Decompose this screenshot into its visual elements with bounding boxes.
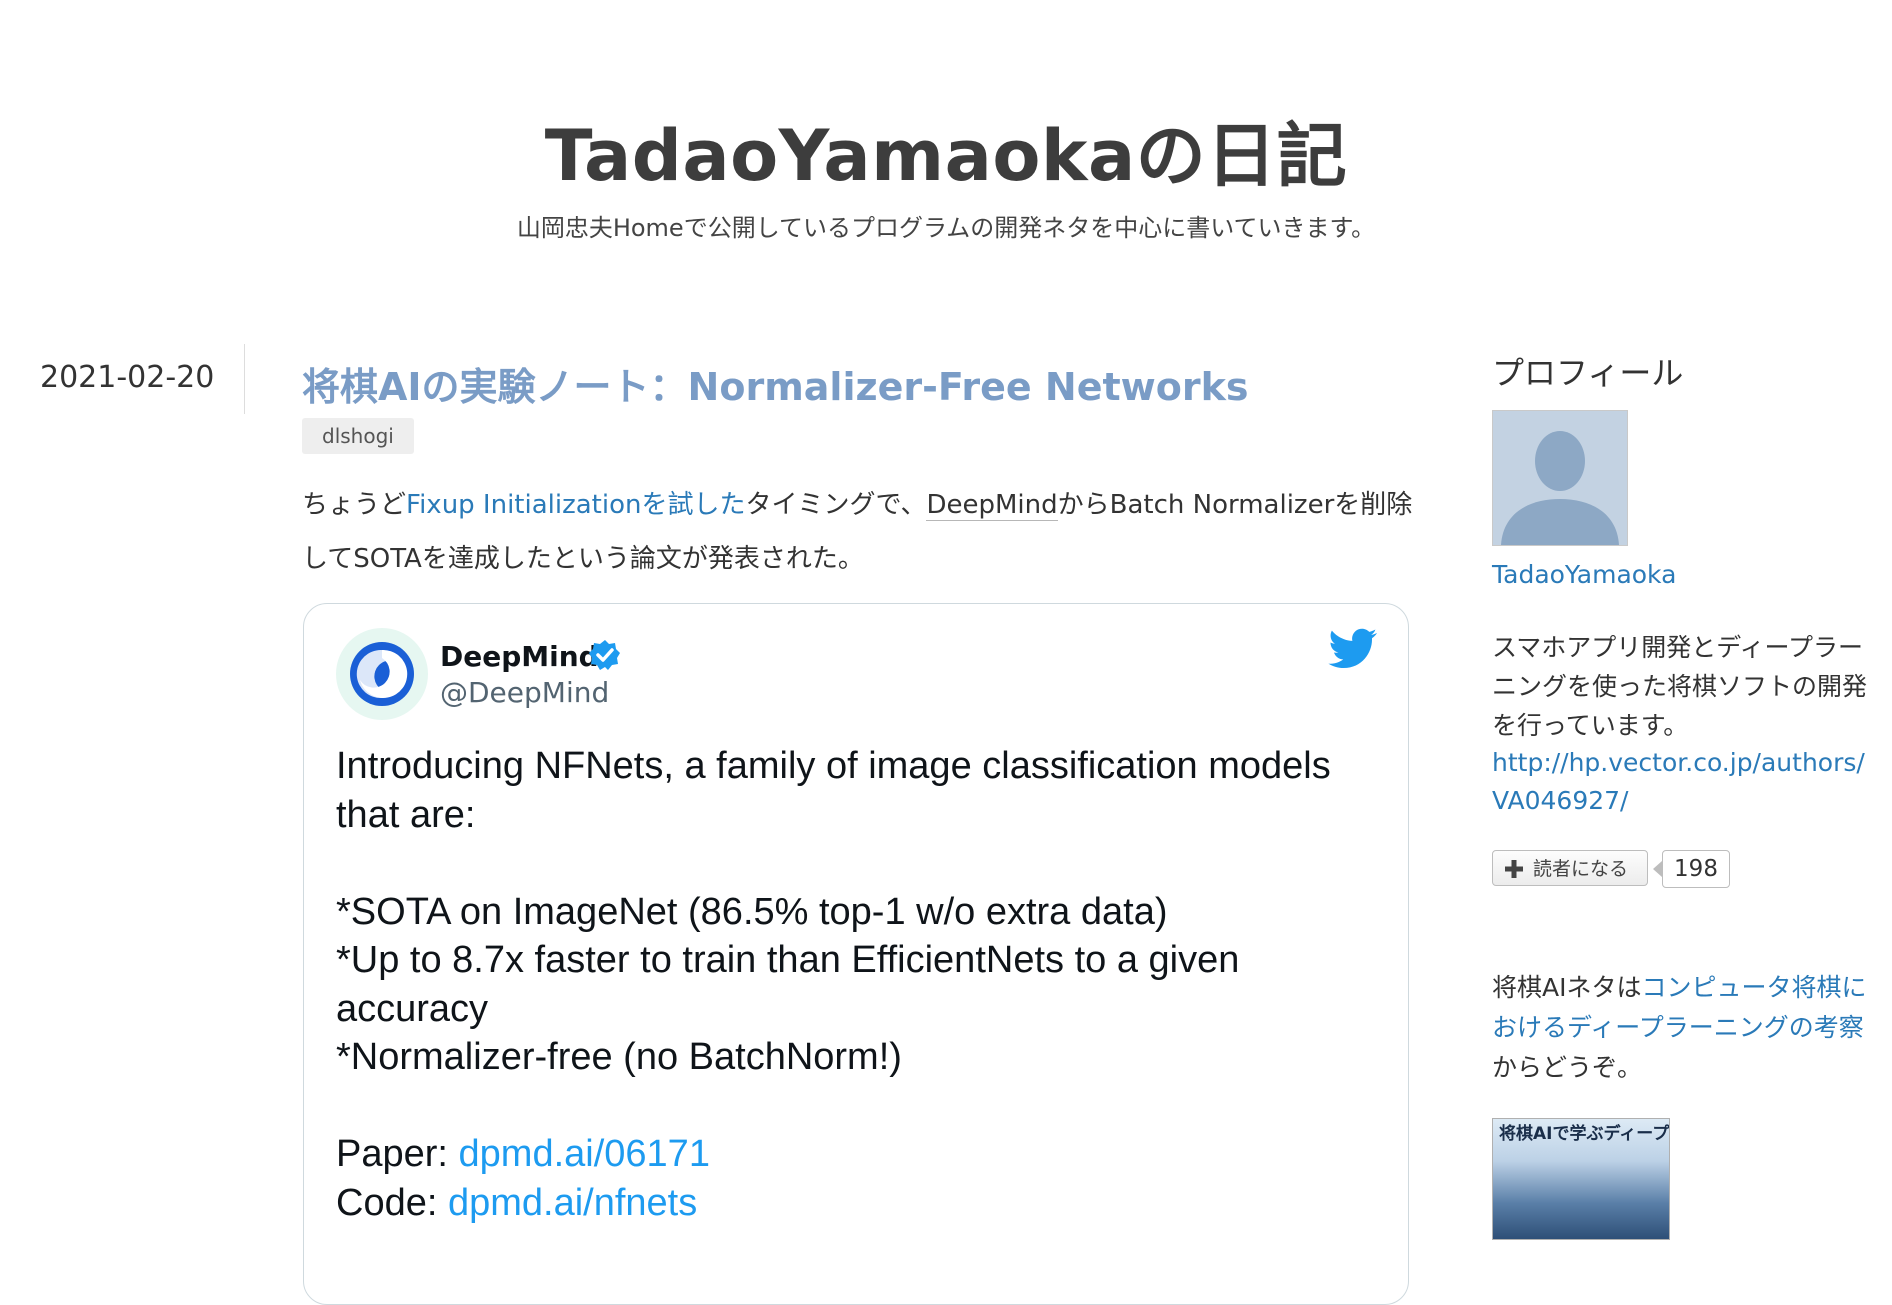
body-text: ちょうど [302, 490, 407, 520]
subscribe-label: 読者になる [1533, 858, 1629, 880]
verified-badge-icon [589, 640, 620, 670]
blog-title[interactable]: TadaoYamaokaの日記 [0, 100, 1892, 201]
default-user-icon [1493, 411, 1627, 545]
profile-description: スマホアプリ開発とディープラーニングを使った将棋ソフトの開発を行っています。 [1492, 633, 1868, 740]
profile-avatar[interactable] [1492, 410, 1628, 546]
subscribe-button[interactable]: 読者になる [1492, 850, 1648, 886]
tweet-author-name[interactable]: DeepMind [440, 640, 599, 673]
deepmind-avatar[interactable] [336, 628, 428, 720]
code-label: Code: [336, 1181, 448, 1224]
entry-body: ちょうどFixup Initializationを試したタイミングで、DeepM… [302, 478, 1422, 586]
paper-label: Paper: [336, 1133, 459, 1175]
twitter-bird-icon[interactable] [1328, 628, 1378, 670]
profile-url-link[interactable]: http://hp.vector.co.jp/authors/VA046927/ [1492, 744, 1872, 820]
category-tag[interactable]: dlshogi [302, 418, 414, 454]
paper-link[interactable]: dpmd.ai/06171 [459, 1133, 710, 1175]
body-text: タイミングで、 [745, 490, 927, 520]
note-text: 将棋AIネタは [1492, 973, 1642, 1002]
entry-title[interactable]: 将棋AIの実験ノート：Normalizer-Free Networks [302, 356, 1402, 411]
entry-date[interactable]: 2021-02-20 [40, 360, 214, 395]
blog-description: 山岡忠夫Homeで公開しているプログラムの開発ネタを中心に書いていきます。 [516, 214, 1376, 242]
book-cover-image[interactable]: 将棋AIで学ぶディープラーニング [1492, 1118, 1670, 1240]
code-link[interactable]: dpmd.ai/nfnets [448, 1182, 697, 1224]
embedded-tweet[interactable]: DeepMind @DeepMind Introducing NFNets, a… [303, 603, 1409, 1305]
profile-name-link[interactable]: TadaoYamaoka [1492, 560, 1676, 589]
fixup-link[interactable]: Fixup Initializationを試した [406, 490, 745, 520]
profile-heading: プロフィール [1492, 354, 1684, 392]
tweet-author-handle[interactable]: @DeepMind [440, 676, 609, 709]
count-notch [1653, 861, 1662, 877]
date-divider [244, 344, 245, 414]
keyword-link[interactable]: DeepMind [926, 490, 1058, 521]
tweet-text: Introducing NFNets, a family of image cl… [336, 742, 1376, 1227]
plus-icon [1505, 860, 1523, 878]
reader-count[interactable]: 198 [1662, 850, 1730, 888]
deepmind-logo-icon [350, 642, 414, 706]
sidebar-note: 将棋AIネタはコンピュータ将棋におけるディープラーニングの考察からどうぞ。 [1492, 968, 1872, 1088]
tweet-body: Introducing NFNets, a family of image cl… [336, 745, 1331, 1078]
note-text: からどうぞ。 [1492, 1053, 1643, 1082]
book-title: 将棋AIで学ぶディープラーニング [1499, 1124, 1670, 1144]
